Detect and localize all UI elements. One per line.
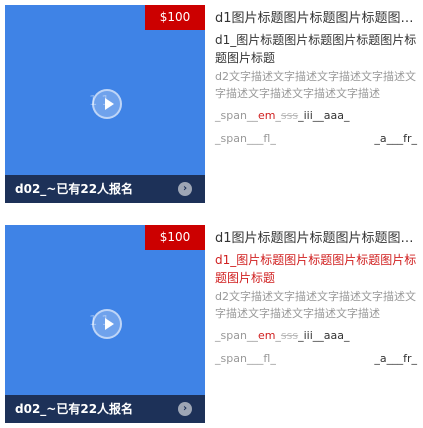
span-prefix: _span__ — [215, 329, 258, 342]
span-iii: _iii — [298, 109, 313, 122]
price-badge: $100 — [145, 5, 205, 30]
span-em: em — [257, 329, 276, 342]
course-description: d2文字描述文字描述文字描述文字描述文字描述文字描述文字描述文字描述 — [215, 290, 416, 320]
footer-right-link[interactable]: _a___fr_ — [374, 131, 417, 147]
chevron-right-icon[interactable]: › — [178, 402, 192, 416]
span-strikethrough: sss — [280, 329, 299, 342]
course-title[interactable]: d1图片标题图片标题图片标题图片标题 — [215, 229, 417, 249]
span-iii: _iii — [298, 329, 313, 342]
course-thumbnail[interactable]: $100 1 1 d02_~已有22人报名 › — [5, 225, 205, 423]
play-icon[interactable] — [92, 309, 122, 339]
span-aaa: __aaa_ — [312, 109, 350, 122]
play-icon[interactable] — [92, 89, 122, 119]
course-card[interactable]: $100 1 1 d02_~已有22人报名 › d1图片标题图片标题图片标题图片… — [5, 5, 417, 205]
enrollment-caption: d02_~已有22人报名 — [15, 182, 134, 196]
enrollment-caption: d02_~已有22人报名 — [15, 402, 134, 416]
thumbnail-caption-bar: d02_~已有22人报名 › — [5, 395, 205, 423]
course-info: d1图片标题图片标题图片标题图片标题 d1_图片标题图片标题图片标题图片标题图片… — [215, 5, 417, 147]
card-footer: _span___fl_ _a___fr_ — [215, 351, 417, 367]
span-strikethrough: sss — [280, 109, 299, 122]
chevron-right-icon[interactable]: › — [178, 182, 192, 196]
span-line: _span__em_sss_iii__aaa_ — [215, 328, 417, 344]
course-card[interactable]: $100 1 1 d02_~已有22人报名 › d1图片标题图片标题图片标题图片… — [5, 225, 417, 425]
footer-left-text: _span___fl_ — [215, 132, 276, 145]
course-subtitle[interactable]: d1_图片标题图片标题图片标题图片标题图片标题 — [215, 251, 417, 287]
course-info: d1图片标题图片标题图片标题图片标题 d1_图片标题图片标题图片标题图片标题图片… — [215, 225, 417, 367]
span-em: em — [257, 109, 276, 122]
footer-right-link[interactable]: _a___fr_ — [374, 351, 417, 367]
course-title[interactable]: d1图片标题图片标题图片标题图片标题 — [215, 9, 417, 29]
footer-left-text: _span___fl_ — [215, 352, 276, 365]
price-badge: $100 — [145, 225, 205, 250]
span-prefix: _span__ — [215, 109, 258, 122]
span-aaa: __aaa_ — [312, 329, 350, 342]
card-footer: _span___fl_ _a___fr_ — [215, 131, 417, 147]
span-line: _span__em_sss_iii__aaa_ — [215, 108, 417, 124]
course-subtitle[interactable]: d1_图片标题图片标题图片标题图片标题图片标题 — [215, 31, 417, 67]
thumbnail-caption-bar: d02_~已有22人报名 › — [5, 175, 205, 203]
course-description: d2文字描述文字描述文字描述文字描述文字描述文字描述文字描述文字描述 — [215, 70, 416, 100]
course-thumbnail[interactable]: $100 1 1 d02_~已有22人报名 › — [5, 5, 205, 203]
